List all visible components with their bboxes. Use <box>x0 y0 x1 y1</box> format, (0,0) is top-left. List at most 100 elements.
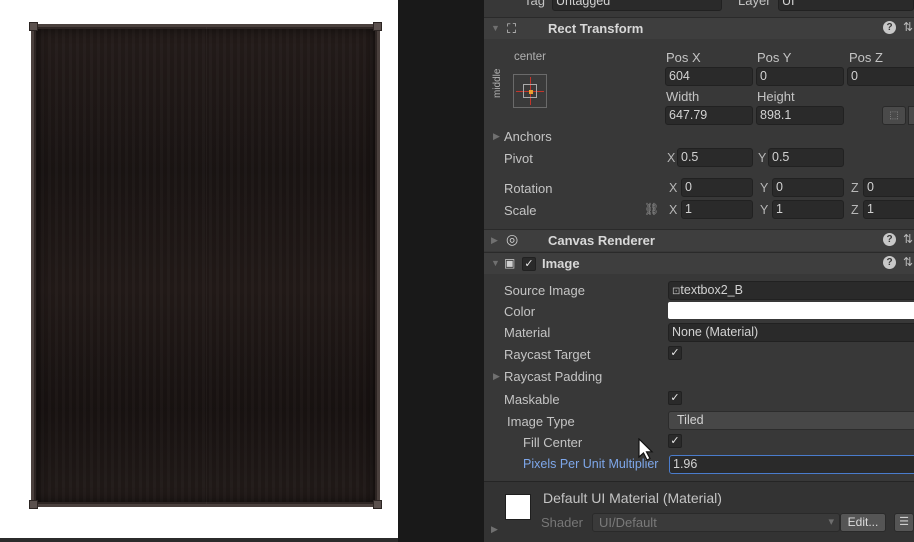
height-field[interactable]: 898.1 <box>756 106 844 125</box>
pos-z-field[interactable]: 0 <box>847 67 914 86</box>
anchors-label[interactable]: Anchors <box>504 129 552 144</box>
raycast-target-checkbox[interactable]: ✓ <box>668 346 682 360</box>
raycast-padding-label[interactable]: Raycast Padding <box>504 369 602 384</box>
shader-dropdown[interactable]: UI/Default ▾ <box>592 513 840 532</box>
image-enabled-checkbox[interactable]: ✓ <box>522 257 536 271</box>
shader-label: Shader <box>541 515 583 530</box>
pivot-label: Pivot <box>504 151 533 166</box>
rotation-label: Rotation <box>504 181 553 196</box>
image-type-label: Image Type <box>507 414 575 429</box>
anchor-h-label: center <box>514 51 546 63</box>
layer-dropdown[interactable]: UI <box>778 0 914 11</box>
pivot-x-axis-label: X <box>667 151 676 165</box>
image-title: Image <box>542 256 580 271</box>
canvas-renderer-title: Canvas Renderer <box>548 233 655 248</box>
scale-x-axis-label: X <box>669 203 678 217</box>
material-preview-swatch <box>505 494 531 520</box>
eye-icon: ◎ <box>506 231 519 247</box>
tag-dropdown[interactable]: Untagged <box>552 0 722 11</box>
source-image-field[interactable]: ⊡textbox2_B <box>668 281 914 300</box>
material-field[interactable]: None (Material) <box>668 323 914 342</box>
canvas-renderer-header[interactable]: ▶ ◎ Canvas Renderer ? ⇅ <box>484 229 914 251</box>
image-type-dropdown[interactable]: Tiled <box>668 411 914 430</box>
rect-transform-title: Rect Transform <box>548 21 644 36</box>
presets-icon[interactable]: ⇅ <box>903 255 913 269</box>
raycast-target-label: Raycast Target <box>504 347 591 362</box>
scale-x-field[interactable]: 1 <box>681 200 753 219</box>
help-icon[interactable]: ? <box>883 256 896 269</box>
image-type-value: Tiled <box>677 413 704 427</box>
anchors-fold-icon[interactable]: ▶ <box>493 131 500 142</box>
anchor-frame-icon <box>523 84 537 98</box>
image-component-icon: ▣ <box>504 256 516 270</box>
pos-z-label: Pos Z <box>849 50 883 65</box>
color-label: Color <box>504 304 536 319</box>
pivot-y-field[interactable]: 0.5 <box>768 148 844 167</box>
rotation-x-axis-label: X <box>669 181 678 195</box>
raw-edit-button[interactable] <box>908 106 914 125</box>
material-fold-icon[interactable]: ▶ <box>491 524 498 535</box>
blueprint-mode-icon[interactable]: ⬚ <box>882 106 906 125</box>
presets-icon[interactable]: ⇅ <box>903 20 913 34</box>
window-divider <box>398 0 484 542</box>
help-icon[interactable]: ? <box>883 21 896 34</box>
fill-center-checkbox[interactable]: ✓ <box>668 434 682 448</box>
preview-bottom-strip <box>0 538 398 542</box>
maskable-checkbox[interactable]: ✓ <box>668 391 682 405</box>
rect-transform-icon: ⛶ <box>507 21 517 36</box>
corner-rivet <box>373 500 382 509</box>
fill-center-label: Fill Center <box>523 435 583 450</box>
pivot-y-axis-label: Y <box>758 151 767 165</box>
inspector-panel: Tag Untagged Layer UI ▼ ⛶ Rect Transform… <box>484 0 914 542</box>
corner-rivet <box>29 500 38 509</box>
raycast-padding-fold-icon[interactable]: ▶ <box>493 371 500 382</box>
source-image-value: textbox2_B <box>680 283 743 297</box>
rotation-y-axis-label: Y <box>760 181 769 195</box>
scale-y-field[interactable]: 1 <box>772 200 844 219</box>
pos-x-field[interactable]: 604 <box>665 67 753 86</box>
scale-y-axis-label: Y <box>760 203 769 217</box>
scale-label: Scale <box>504 203 537 218</box>
pos-y-field[interactable]: 0 <box>756 67 844 86</box>
shader-value: UI/Default <box>599 515 657 530</box>
corner-rivet <box>29 22 38 31</box>
width-field[interactable]: 647.79 <box>665 106 753 125</box>
tag-layer-row: Tag Untagged Layer UI <box>484 0 914 13</box>
scale-z-axis-label: Z <box>851 203 859 217</box>
layer-label: Layer <box>738 0 771 8</box>
maskable-label: Maskable <box>504 392 560 407</box>
material-name: Default UI Material (Material) <box>543 490 722 506</box>
fold-arrow-icon[interactable]: ▼ <box>491 23 500 33</box>
chevron-down-icon: ▾ <box>828 516 834 528</box>
textbox-panel-image <box>29 22 382 509</box>
color-swatch[interactable] <box>668 302 914 319</box>
anchor-v-label: middle <box>492 68 503 98</box>
tag-label: Tag <box>524 0 545 8</box>
material-label: Material <box>504 325 551 340</box>
rect-transform-header[interactable]: ▼ ⛶ Rect Transform ? ⇅ <box>484 17 914 39</box>
fold-arrow-icon[interactable]: ▼ <box>491 258 500 268</box>
constrain-proportions-icon[interactable]: ⛓ <box>644 202 659 216</box>
rotation-z-field[interactable]: 0 <box>863 178 914 197</box>
scene-preview <box>0 0 398 542</box>
rotation-x-field[interactable]: 0 <box>681 178 753 197</box>
corner-rivet <box>373 22 382 31</box>
anchor-presets-button[interactable] <box>513 74 547 108</box>
material-footer: Default UI Material (Material) ▶ Shader … <box>484 481 914 542</box>
panel-seam <box>206 27 207 504</box>
fold-arrow-icon[interactable]: ▶ <box>491 235 498 246</box>
cursor-arrow <box>638 438 654 461</box>
edit-shader-button[interactable]: Edit... <box>840 513 886 532</box>
rotation-z-axis-label: Z <box>851 181 859 195</box>
list-icon[interactable]: ☰ <box>894 513 914 532</box>
scale-z-field[interactable]: 1 <box>863 200 914 219</box>
presets-icon[interactable]: ⇅ <box>903 232 913 246</box>
help-icon[interactable]: ? <box>883 233 896 246</box>
rotation-y-field[interactable]: 0 <box>772 178 844 197</box>
pos-x-label: Pos X <box>666 50 701 65</box>
ppu-multiplier-field[interactable]: 1.96 <box>669 455 914 474</box>
source-image-label: Source Image <box>504 283 585 298</box>
pivot-dot-icon <box>529 90 533 94</box>
image-header[interactable]: ▼ ▣ ✓ Image ? ⇅ <box>484 252 914 274</box>
pivot-x-field[interactable]: 0.5 <box>677 148 753 167</box>
